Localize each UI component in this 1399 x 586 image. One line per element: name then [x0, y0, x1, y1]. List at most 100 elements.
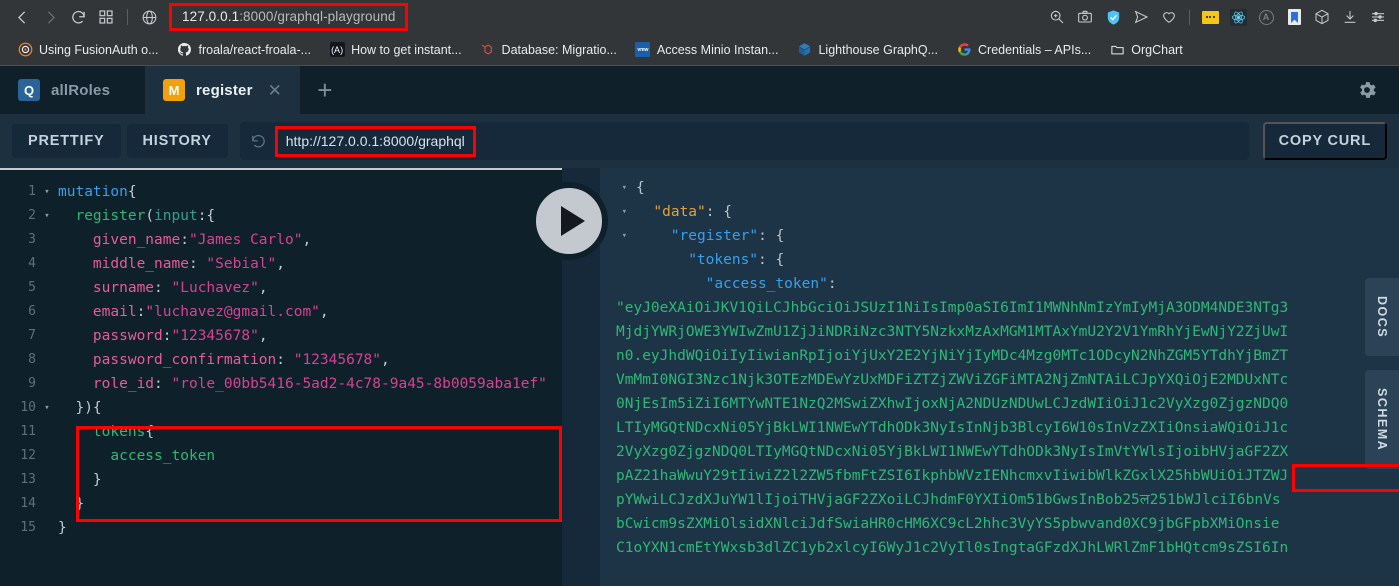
fold-arrow-icon[interactable]: ▾: [40, 204, 54, 228]
access-token-line: 0NjEsIm5iZiI6MTYwNTE1NzQ2MSwiZXhwIjoxNjA…: [600, 392, 1399, 416]
response-line: ▾ "data": {: [600, 200, 1399, 224]
response-json: ▾{▾ "data": {▾ "register": {"tokens": {"ac…: [600, 168, 1399, 560]
line-number: 10: [20, 400, 36, 415]
fold-arrow-icon[interactable]: ▾: [600, 176, 636, 200]
toolbar-divider: [1189, 9, 1190, 25]
bookmark-database-migration[interactable]: Database: Migratio...: [473, 39, 624, 61]
fusionauth-icon: [17, 42, 33, 58]
forward-arrow-icon[interactable]: [36, 3, 64, 31]
bookmarks-bar: Using FusionAuth o... froala/react-froal…: [0, 34, 1399, 66]
line-number: 9: [28, 376, 36, 391]
bookmark-fusionauth[interactable]: Using FusionAuth o...: [10, 39, 166, 61]
download-icon[interactable]: [1337, 4, 1363, 30]
settings-button[interactable]: [1335, 66, 1399, 114]
play-triangle-icon: [560, 206, 585, 236]
access-token-text: VmMmI0NGI3Nzc1Njk3OTEzMDEwYzUxMDFiZTZjZW…: [616, 372, 1289, 388]
bookmark-minio[interactable]: vmw Access Minio Instan...: [628, 39, 786, 61]
vmware-icon: vmw: [635, 42, 651, 58]
close-icon[interactable]: ✕: [268, 82, 282, 99]
send-paper-plane-icon[interactable]: [1128, 4, 1154, 30]
query-editor[interactable]: 1 ▾ mutation{2 ▾ register(input:{3 given_na…: [0, 168, 562, 586]
bookmark-lighthouse[interactable]: Lighthouse GraphQ...: [789, 39, 945, 61]
side-tabs: DOCS SCHEMA: [1361, 278, 1399, 483]
bookmark-label: froala/react-froala-...: [198, 42, 312, 57]
editor-line-text: }){: [75, 400, 102, 416]
response-viewer[interactable]: ▾{▾ "data": {▾ "register": {"tokens": {"ac…: [600, 168, 1399, 586]
line-number: 8: [28, 352, 36, 367]
address-bar[interactable]: 127.0.0.1:8000/graphql-playground: [169, 3, 409, 31]
access-token-text: pAZ21haWwuY29tIiwiZ2l2ZW5fbmFtZSI6IkphbW…: [616, 468, 1289, 484]
browser-toolbar-icons: A: [1044, 4, 1391, 30]
schema-tab[interactable]: SCHEMA: [1365, 370, 1399, 470]
line-number: 2: [28, 208, 36, 223]
reload-icon[interactable]: [64, 3, 92, 31]
endpoint-field[interactable]: http://127.0.0.1:8000/graphql: [239, 122, 1249, 160]
access-token-line: n0.eyJhdWQiOiIyIiwianRpIjoiYjUxY2E2YjNiY…: [600, 344, 1399, 368]
line-number: 7: [28, 328, 36, 343]
history-button[interactable]: HISTORY: [126, 124, 228, 158]
editor-line: 15}: [0, 516, 562, 540]
screenshot-camera-icon[interactable]: [1072, 4, 1098, 30]
response-line: ▾{: [600, 176, 1399, 200]
query-badge-icon: Q: [18, 79, 40, 101]
replay-icon[interactable]: [250, 133, 267, 150]
editor-line-text: access_token: [110, 448, 216, 464]
editor-line: 7 password:"12345678",: [0, 324, 562, 348]
editor-line: 14 }: [0, 492, 562, 516]
globe-icon[interactable]: [135, 3, 163, 31]
editor-line-text: surname: "Luchavez",: [92, 280, 268, 296]
tab-grid-icon[interactable]: [92, 3, 120, 31]
response-line-text: "tokens": {: [688, 252, 785, 268]
bookmark-orgchart[interactable]: OrgChart: [1102, 39, 1189, 61]
editor-line: 6 email:"luchavez@gmail.com",: [0, 300, 562, 324]
endpoint-highlight: http://127.0.0.1:8000/graphql: [274, 125, 476, 157]
docs-tab[interactable]: DOCS: [1365, 278, 1399, 357]
access-token-text: pYWwiLCJzdXJuYW1lIjoiTHVjaGF2ZXoiLCJhdmF…: [616, 492, 1281, 508]
playground-tab-allroles[interactable]: Q allRoles: [0, 66, 145, 114]
bookmark-label: Credentials – APIs...: [978, 42, 1092, 57]
bookmark-label: Using FusionAuth o...: [39, 42, 159, 57]
zoom-search-icon[interactable]: [1044, 4, 1070, 30]
playground-tab-bar: Q allRoles M register ✕ +: [0, 66, 1399, 114]
line-number: 6: [28, 304, 36, 319]
editor-line: 13 }: [0, 468, 562, 492]
yellow-dots-extension-icon[interactable]: [1197, 4, 1223, 30]
playground-tab-register[interactable]: M register ✕: [145, 66, 300, 114]
package-cube-icon[interactable]: [1309, 4, 1335, 30]
response-line-text: "data": {: [653, 204, 732, 220]
github-icon: [177, 42, 193, 58]
bookmark-credentials[interactable]: Credentials – APIs...: [949, 39, 1098, 61]
browser-nav-bar: 127.0.0.1:8000/graphql-playground A: [0, 0, 1399, 34]
react-devtools-icon[interactable]: [1225, 4, 1251, 30]
nav-divider: [127, 9, 128, 25]
bookmark-label: OrgChart: [1131, 42, 1183, 57]
bookmark-label: How to get instant...: [351, 42, 462, 57]
settings-sliders-icon[interactable]: [1365, 4, 1391, 30]
access-token-text: LTIyMGQtNDcxNi05YjBkLWI1NWEwYTdhODk3NyIs…: [616, 420, 1289, 436]
access-token-text: 0NjEsIm5iZiI6MTYwNTE1NzQ2MSwiZXhwIjoxNjA…: [616, 396, 1289, 412]
line-number: 5: [28, 280, 36, 295]
bookmark-froala[interactable]: froala/react-froala-...: [170, 39, 319, 61]
editor-line-text: middle_name: "Sebial",: [92, 256, 285, 272]
shield-check-icon[interactable]: [1100, 4, 1126, 30]
editor-line: 11 tokens{: [0, 420, 562, 444]
fold-arrow-icon[interactable]: ▾: [40, 396, 54, 420]
prettify-button[interactable]: PRETTIFY: [12, 124, 121, 158]
heart-icon[interactable]: [1156, 4, 1182, 30]
line-number: 11: [20, 424, 36, 439]
editor-line: 5 surname: "Luchavez",: [0, 276, 562, 300]
bookmark-book-icon[interactable]: [1281, 4, 1307, 30]
access-token-line: C1oYXN1cmEtYWxsb3dlZC1yb2xlcyI6WyJ1c2VyI…: [600, 536, 1399, 560]
access-token-line: MjdjYWRjOWE3YWIwZmU1ZjJiNDRiNzc3NTY5Nzkx…: [600, 320, 1399, 344]
fold-arrow-icon[interactable]: ▾: [40, 180, 54, 204]
new-tab-button[interactable]: +: [300, 66, 350, 114]
folder-icon: [1109, 42, 1125, 58]
response-line: "access_token":: [600, 272, 1399, 296]
run-play-button[interactable]: [530, 182, 608, 260]
copy-curl-button[interactable]: COPY CURL: [1262, 122, 1387, 160]
grey-a-circle-icon[interactable]: A: [1253, 4, 1279, 30]
bookmark-apollo[interactable]: (A) How to get instant...: [322, 39, 468, 61]
address-bar-text: 127.0.0.1:8000/graphql-playground: [182, 9, 396, 24]
back-arrow-icon[interactable]: [8, 3, 36, 31]
access-token-text: "eyJ0eXAiOiJKV1QiLCJhbGciOiJSUzI1NiIsImp…: [616, 300, 1289, 316]
